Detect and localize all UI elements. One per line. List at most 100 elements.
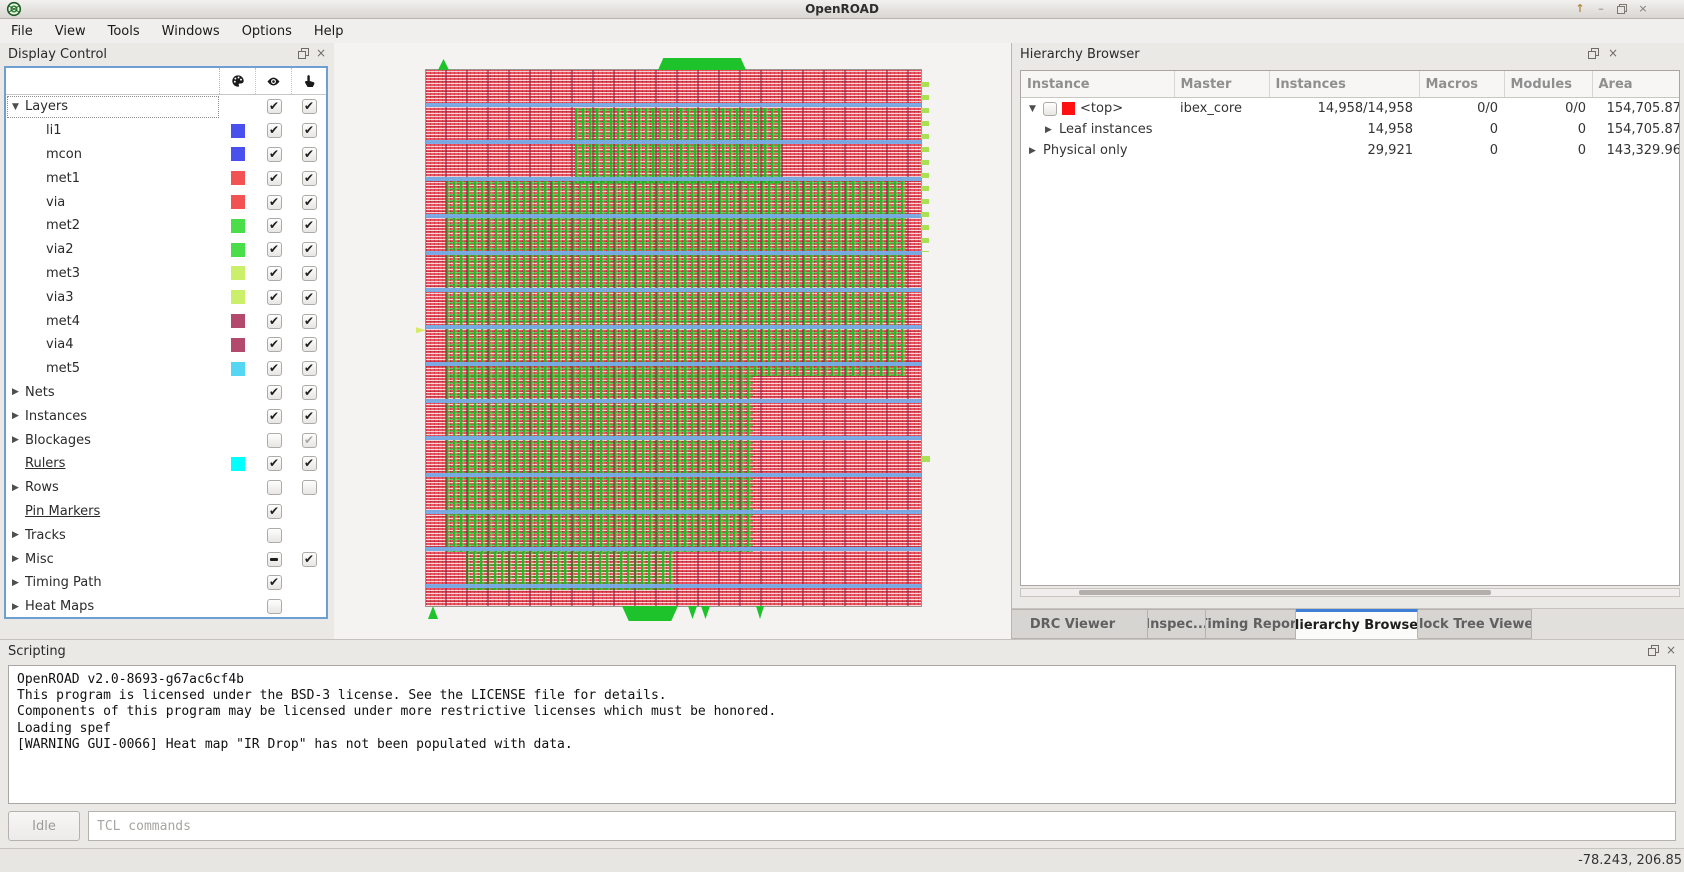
layer-color-swatch[interactable] xyxy=(231,242,245,257)
layout-canvas[interactable] xyxy=(334,43,1012,639)
selectable-checkbox[interactable] xyxy=(301,289,317,305)
visible-checkbox[interactable] xyxy=(266,218,282,234)
expander-right-icon[interactable]: ▶ xyxy=(1043,125,1054,135)
instance-color-swatch[interactable] xyxy=(1062,102,1075,115)
scripting-console[interactable]: OpenROAD v2.0-8693-g67ac6cf4b This progr… xyxy=(8,665,1676,804)
menu-file[interactable]: File xyxy=(0,24,44,39)
tree-row-via3[interactable]: ▶via3 xyxy=(6,285,326,309)
tree-row-rows[interactable]: ▶ Rows xyxy=(6,476,326,500)
swatch-cell[interactable] xyxy=(220,218,256,233)
layer-color-swatch[interactable] xyxy=(231,123,245,138)
tree-row-instances[interactable]: ▶ Instances xyxy=(6,404,326,428)
swatch-cell[interactable] xyxy=(220,242,256,257)
visible-checkbox[interactable] xyxy=(266,551,282,567)
visible-checkbox[interactable] xyxy=(266,456,282,472)
selectable-checkbox[interactable] xyxy=(301,361,317,377)
menu-tools[interactable]: Tools xyxy=(97,24,151,39)
float-panel-icon[interactable] xyxy=(1646,643,1660,657)
selectable-checkbox[interactable] xyxy=(301,551,317,567)
layer-color-swatch[interactable] xyxy=(231,290,245,305)
table-row[interactable]: ▶ Physical only 29,921 0 0 143,329.96 xyxy=(1021,140,1679,161)
tree-row-via4[interactable]: ▶via4 xyxy=(6,333,326,357)
menu-view[interactable]: View xyxy=(44,24,97,39)
tree-row-met5[interactable]: ▶met5 xyxy=(6,357,326,381)
expander-right-icon[interactable]: ▶ xyxy=(9,554,22,564)
visible-checkbox[interactable] xyxy=(266,503,282,519)
tree-row-blockages[interactable]: ▶ Blockages xyxy=(6,428,326,452)
selectable-checkbox[interactable] xyxy=(301,313,317,329)
selectable-checkbox[interactable] xyxy=(301,99,317,115)
layer-color-swatch[interactable] xyxy=(231,171,245,186)
expander-right-icon[interactable]: ▶ xyxy=(1027,146,1038,156)
tree-row-via[interactable]: ▶via xyxy=(6,190,326,214)
layer-color-swatch[interactable] xyxy=(231,314,245,329)
tab-clock-tree-viewer[interactable]: Clock Tree Viewer xyxy=(1418,609,1532,639)
tree-row-rulers[interactable]: ▶Rulers xyxy=(6,452,326,476)
swatch-cell[interactable] xyxy=(220,266,256,281)
visible-checkbox[interactable] xyxy=(266,99,282,115)
visible-checkbox[interactable] xyxy=(266,337,282,353)
selectable-checkbox[interactable] xyxy=(301,170,317,186)
menu-windows[interactable]: Windows xyxy=(151,24,231,39)
swatch-cell[interactable] xyxy=(220,456,256,471)
column-header-instance[interactable]: Instance xyxy=(1021,71,1175,98)
scrollbar-thumb[interactable] xyxy=(1079,590,1491,595)
expander-right-icon[interactable]: ▶ xyxy=(9,578,22,588)
visible-checkbox[interactable] xyxy=(266,480,282,496)
selectable-checkbox[interactable] xyxy=(301,480,317,496)
visible-checkbox[interactable] xyxy=(266,384,282,400)
selectable-checkbox[interactable] xyxy=(301,432,317,448)
close-panel-icon[interactable]: × xyxy=(314,46,328,60)
expander-right-icon[interactable]: ▶ xyxy=(9,387,22,397)
tab-timing-report[interactable]: Timing Report xyxy=(1206,609,1296,639)
visible-checkbox[interactable] xyxy=(266,361,282,377)
selectable-checkbox[interactable] xyxy=(301,218,317,234)
close-panel-icon[interactable]: × xyxy=(1664,643,1678,657)
visible-checkbox[interactable] xyxy=(266,289,282,305)
expander-right-icon[interactable]: ▶ xyxy=(9,530,22,540)
tree-row-met4[interactable]: ▶met4 xyxy=(6,309,326,333)
float-panel-icon[interactable] xyxy=(296,46,310,60)
expander-down-icon[interactable]: ▼ xyxy=(1027,104,1038,114)
tree-row-met1[interactable]: ▶met1 xyxy=(6,166,326,190)
idle-status-button[interactable]: Idle xyxy=(8,811,80,841)
selectable-checkbox[interactable] xyxy=(301,242,317,258)
tree-row-timing-path[interactable]: ▶ Timing Path xyxy=(6,571,326,595)
selectable-checkbox[interactable] xyxy=(301,337,317,353)
swatch-cell[interactable] xyxy=(220,337,256,352)
float-panel-icon[interactable] xyxy=(1586,46,1600,60)
tree-row-heat-maps[interactable]: ▶ Heat Maps xyxy=(6,595,326,617)
visible-checkbox[interactable] xyxy=(266,265,282,281)
tree-row-nets[interactable]: ▶ Nets xyxy=(6,381,326,405)
layer-color-swatch[interactable] xyxy=(231,266,245,281)
swatch-cell[interactable] xyxy=(220,361,256,376)
visible-checkbox[interactable] xyxy=(266,527,282,543)
selectable-checkbox[interactable] xyxy=(301,456,317,472)
selectable-checkbox[interactable] xyxy=(301,265,317,281)
layer-color-swatch[interactable] xyxy=(231,456,245,471)
tree-row-tracks[interactable]: ▶ Tracks xyxy=(6,523,326,547)
layer-color-swatch[interactable] xyxy=(231,218,245,233)
tree-row-misc[interactable]: ▶ Misc xyxy=(6,547,326,571)
close-window-button[interactable]: × xyxy=(1636,2,1650,16)
layer-color-swatch[interactable] xyxy=(231,361,245,376)
visible-checkbox[interactable] xyxy=(266,432,282,448)
tab-inspec-[interactable]: Inspec... xyxy=(1148,609,1206,639)
menu-help[interactable]: Help xyxy=(303,24,355,39)
tree-row-via2[interactable]: ▶via2 xyxy=(6,238,326,262)
maximize-button[interactable] xyxy=(1615,2,1629,16)
hierarchy-hscrollbar[interactable] xyxy=(1020,588,1680,597)
tree-row-pin-markers[interactable]: ▶Pin Markers xyxy=(6,500,326,524)
swatch-cell[interactable] xyxy=(220,171,256,186)
tab-drc-viewer[interactable]: DRC Viewer xyxy=(1012,609,1148,639)
minimize-button[interactable]: – xyxy=(1594,2,1608,16)
swatch-cell[interactable] xyxy=(220,147,256,162)
expander-right-icon[interactable]: ▶ xyxy=(9,411,22,421)
visible-checkbox[interactable] xyxy=(266,194,282,210)
visible-checkbox[interactable] xyxy=(266,123,282,139)
column-header-modules[interactable]: Modules xyxy=(1504,71,1593,98)
selectable-checkbox[interactable] xyxy=(301,384,317,400)
visible-checkbox[interactable] xyxy=(266,242,282,258)
tree-row-layers[interactable]: ▼ Layers xyxy=(6,95,326,119)
swatch-cell[interactable] xyxy=(220,123,256,138)
